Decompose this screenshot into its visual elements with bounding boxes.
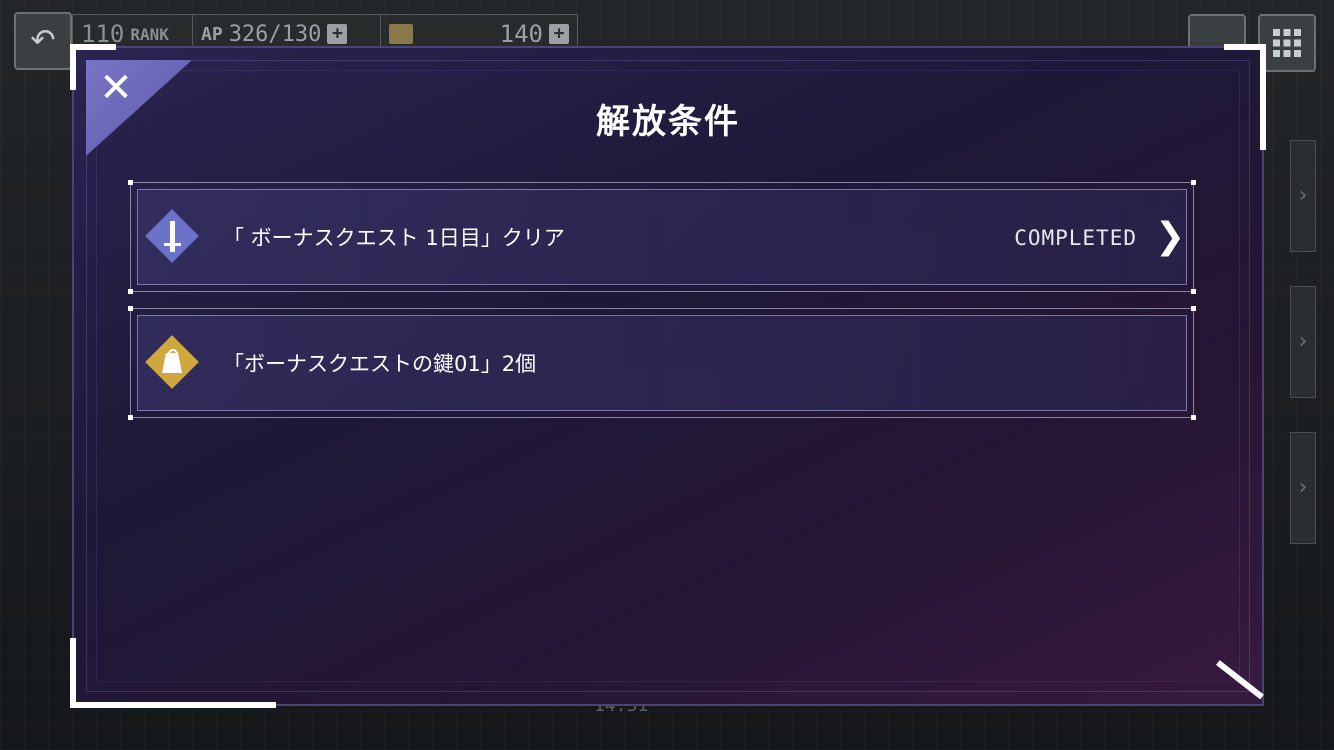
unlock-conditions-dialog: ✕ 解放条件 「 ボーナスクエスト 1日目」クリア COMPLETED ❯ 「ボ…	[70, 44, 1266, 708]
side-tab-3[interactable]: ›	[1290, 432, 1316, 544]
ap-value: 326/130	[228, 21, 322, 47]
side-tabs: › › ›	[1290, 140, 1316, 610]
condition-text: 「ボーナスクエストの鍵01」2個	[223, 352, 537, 376]
chevron-right-icon[interactable]: ❯	[1155, 219, 1185, 255]
gem-plus-button[interactable]: +	[549, 24, 569, 44]
condition-row: 「ボーナスクエストの鍵01」2個	[128, 306, 1196, 420]
side-tab-1[interactable]: ›	[1290, 140, 1316, 252]
back-arrow-icon: ↶	[30, 23, 56, 58]
rank-label: RANK	[130, 24, 169, 44]
main-menu-button[interactable]	[1258, 14, 1316, 72]
gem-box-icon	[389, 24, 413, 44]
condition-row[interactable]: 「 ボーナスクエスト 1日目」クリア COMPLETED ❯	[128, 180, 1196, 294]
completed-status: COMPLETED	[1014, 226, 1137, 250]
side-tab-2[interactable]: ›	[1290, 286, 1316, 398]
key-item-icon	[145, 335, 199, 389]
ap-plus-button[interactable]: +	[327, 24, 348, 44]
dialog-title: 解放条件	[596, 102, 740, 142]
condition-text: 「 ボーナスクエスト 1日目」クリア	[223, 226, 565, 250]
grid-menu-icon	[1273, 29, 1301, 57]
ap-label: AP	[201, 23, 223, 45]
back-button[interactable]: ↶	[14, 12, 72, 70]
sword-icon	[145, 209, 199, 263]
corner-bracket-bottom-left	[70, 638, 276, 708]
gem-count: 140	[499, 20, 543, 48]
